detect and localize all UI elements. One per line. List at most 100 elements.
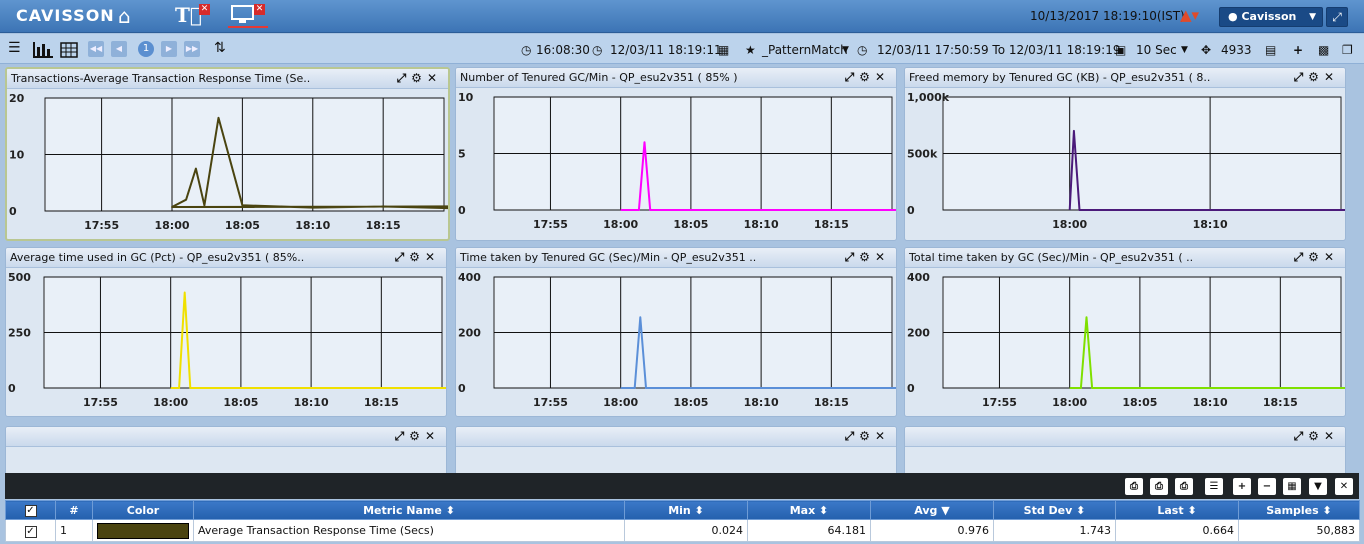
sort-icon[interactable]: ⬍: [1076, 504, 1085, 517]
theme-icon[interactable]: ▲▾: [1180, 6, 1199, 24]
pdf-icon[interactable]: ⎙: [1125, 478, 1143, 495]
close-monitor-tab-icon[interactable]: ✕: [254, 4, 265, 15]
close-icon[interactable]: ✕: [425, 429, 440, 443]
close-icon[interactable]: ✕: [875, 429, 890, 443]
excel-icon[interactable]: ⎙: [1150, 478, 1168, 495]
view-icon[interactable]: ▣: [1115, 43, 1126, 57]
expand-icon[interactable]: ⤢: [397, 71, 412, 85]
y-tick-label: 200: [458, 327, 481, 340]
gear-icon[interactable]: ⚙: [859, 70, 875, 84]
gear-icon[interactable]: ⚙: [859, 429, 875, 443]
row-color[interactable]: [92, 519, 194, 542]
text-tab-icon[interactable]: T⃣: [175, 3, 202, 27]
close-icon[interactable]: ✕: [875, 70, 890, 84]
close-icon[interactable]: ✕: [875, 250, 890, 264]
copy-icon[interactable]: ❐: [1342, 43, 1353, 57]
x-tick-label: 18:05: [225, 219, 260, 232]
expand-icon[interactable]: ⤢: [1294, 70, 1309, 84]
next-page-icon[interactable]: ▶: [161, 41, 177, 57]
grid-icon[interactable]: ▦: [718, 43, 729, 57]
column-header[interactable]: Std Dev ⬍: [993, 500, 1116, 520]
interval-select[interactable]: 10 Sec: [1136, 43, 1177, 57]
word-icon[interactable]: ⎙: [1175, 478, 1193, 495]
close-icon[interactable]: ✕: [425, 250, 440, 264]
bar-chart-icon[interactable]: [32, 42, 54, 58]
gear-icon[interactable]: ⚙: [409, 429, 425, 443]
prev-page-icon[interactable]: ◀: [111, 41, 127, 57]
remove-icon[interactable]: −: [1258, 478, 1276, 495]
sort-icon[interactable]: ⬍: [695, 504, 704, 517]
sort-icon[interactable]: ⬍: [446, 504, 455, 517]
gear-icon[interactable]: ⚙: [409, 250, 425, 264]
graph-panel-9[interactable]: ⤢⚙✕: [904, 426, 1346, 476]
graph-panel-4[interactable]: Average time used in GC (Pct) - QP_esu2v…: [5, 247, 447, 417]
list-icon[interactable]: ☰: [1205, 478, 1223, 495]
gear-icon[interactable]: ⚙: [1308, 250, 1324, 264]
column-header[interactable]: Min ⬍: [624, 500, 748, 520]
expand-icon[interactable]: ⤢: [845, 429, 860, 443]
graph-panel-5[interactable]: Time taken by Tenured GC (Sec)/Min - QP_…: [455, 247, 897, 417]
expand-icon[interactable]: ⤢: [395, 250, 410, 264]
column-header[interactable]: Metric Name ⬍: [193, 500, 625, 520]
sort-icon[interactable]: ⬍: [1323, 504, 1332, 517]
close-icon[interactable]: ✕: [427, 71, 442, 85]
page-number[interactable]: 1: [138, 41, 154, 57]
graph-panel-8[interactable]: ⤢⚙✕: [455, 426, 897, 476]
sort-icon[interactable]: ⬍: [1187, 504, 1196, 517]
chart-area: 0 200 400 17:55 18:00 18:05 18:10 18:15: [907, 271, 1345, 409]
graph-panel-2[interactable]: Number of Tenured GC/Min - QP_esu2v351 (…: [455, 67, 897, 241]
graph-panel-7[interactable]: ⤢⚙✕: [5, 426, 447, 476]
expand-icon[interactable]: ⤢: [1294, 250, 1309, 264]
qr-icon[interactable]: ▩: [1318, 43, 1329, 57]
expand-icon[interactable]: ⤢: [395, 429, 410, 443]
filter-icon[interactable]: ▼: [1309, 478, 1327, 495]
add-icon[interactable]: +: [1233, 478, 1251, 495]
y-tick-label: 0: [458, 204, 466, 217]
table-icon[interactable]: [60, 42, 78, 58]
gear-icon[interactable]: ⚙: [859, 250, 875, 264]
graph-panel-1[interactable]: Transactions-Average Transaction Respons…: [5, 67, 450, 241]
chevron-down-icon[interactable]: ▼: [842, 45, 849, 55]
time-range[interactable]: 12/03/11 17:50:59 To 12/03/11 18:19:19: [877, 43, 1120, 57]
column-header[interactable]: Last ⬍: [1115, 500, 1239, 520]
select-all-checkbox[interactable]: ✓: [5, 500, 56, 520]
y-tick-label: 500: [8, 271, 31, 284]
sort-icon[interactable]: ⬍: [819, 504, 828, 517]
graph-panel-3[interactable]: Freed memory by Tenured GC (KB) - QP_esu…: [904, 67, 1346, 241]
menu-icon[interactable]: ☰: [8, 40, 21, 56]
graph-panel-6[interactable]: Total time taken by GC (Sec)/Min - QP_es…: [904, 247, 1346, 417]
sort-desc-icon[interactable]: ▼: [941, 504, 949, 517]
fullscreen-button[interactable]: ⤢: [1326, 7, 1348, 27]
monitor-icon: [231, 5, 254, 23]
home-icon[interactable]: ⌂: [118, 4, 131, 28]
sort-icon[interactable]: ⇅: [214, 40, 226, 56]
column-header[interactable]: Avg ▼: [870, 500, 994, 520]
row-checkbox[interactable]: ✓: [5, 519, 56, 542]
close-icon[interactable]: ✕: [1324, 429, 1339, 443]
gear-icon[interactable]: ⚙: [411, 71, 427, 85]
last-page-icon[interactable]: ▶▶: [184, 41, 200, 57]
color-swatch[interactable]: [97, 522, 189, 539]
column-header[interactable]: Samples ⬍: [1238, 500, 1360, 520]
close-icon[interactable]: ✕: [1324, 250, 1339, 264]
close-icon[interactable]: ✕: [1335, 478, 1353, 495]
card-icon[interactable]: ▤: [1265, 43, 1276, 57]
x-tick-label: 18:00: [154, 219, 189, 232]
gear-icon[interactable]: ⚙: [1308, 429, 1324, 443]
add-icon[interactable]: +: [1293, 43, 1303, 57]
first-page-icon[interactable]: ◀◀: [88, 41, 104, 57]
close-icon[interactable]: ✕: [1324, 70, 1339, 84]
metric-name: Average Transaction Response Time (Secs): [193, 519, 625, 542]
table-row[interactable]: ✓ 1 Average Transaction Response Time (S…: [5, 519, 1360, 542]
gear-icon[interactable]: ⚙: [1308, 70, 1324, 84]
star-icon[interactable]: ★: [745, 43, 756, 57]
expand-icon[interactable]: ⤢: [1294, 429, 1309, 443]
pattern-select[interactable]: _PatternMatch: [762, 43, 848, 57]
user-menu-button[interactable]: ● Cavisson ▼: [1219, 7, 1323, 27]
expand-icon[interactable]: ⤢: [845, 250, 860, 264]
chevron-down-icon[interactable]: ▼: [1181, 45, 1188, 55]
expand-icon[interactable]: ⤢: [845, 70, 860, 84]
column-header[interactable]: Max ⬍: [747, 500, 871, 520]
table-icon[interactable]: ▦: [1283, 478, 1301, 495]
close-tab-icon[interactable]: ✕: [199, 4, 210, 15]
